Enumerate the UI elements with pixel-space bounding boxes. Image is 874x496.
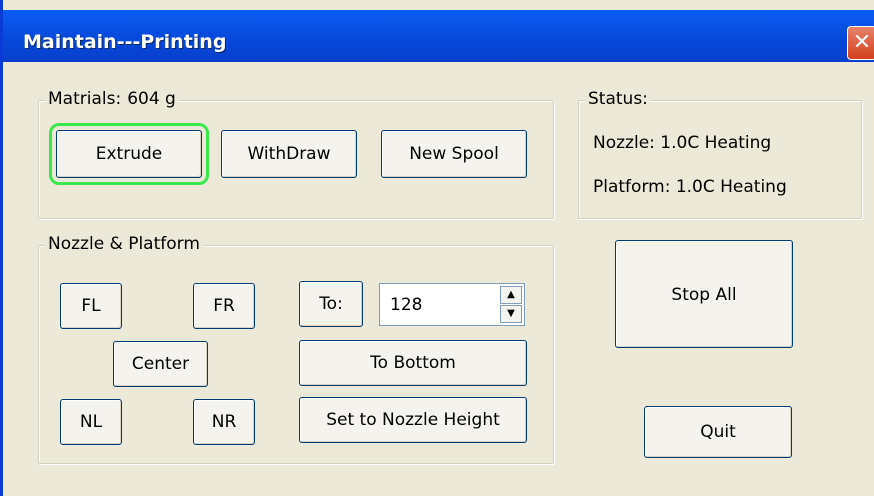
- fl-button[interactable]: FL: [60, 283, 122, 329]
- materials-label: Matrials:: [48, 89, 122, 109]
- set-to-nozzle-height-button[interactable]: Set to Nozzle Height: [299, 397, 527, 443]
- nr-button[interactable]: NR: [193, 399, 255, 445]
- quit-button[interactable]: Quit: [644, 406, 792, 458]
- new-spool-button[interactable]: New Spool: [381, 130, 527, 178]
- center-button[interactable]: Center: [113, 341, 208, 387]
- to-bottom-button[interactable]: To Bottom: [299, 340, 527, 386]
- spin-down-icon[interactable]: ▼: [500, 305, 522, 323]
- platform-status: Platform: 1.0C Heating: [593, 177, 787, 197]
- spin-up-icon[interactable]: ▲: [500, 286, 522, 304]
- status-group: Status:: [578, 89, 862, 219]
- stop-all-button[interactable]: Stop All: [615, 240, 793, 348]
- nl-button[interactable]: NL: [60, 399, 122, 445]
- nozzle-status: Nozzle: 1.0C Heating: [593, 133, 772, 153]
- nozzle-platform-legend: Nozzle & Platform: [45, 234, 203, 254]
- window-title: Maintain---Printing: [23, 31, 227, 53]
- maintain-printing-dialog: Maintain---Printing ✕ Matrials: 604 g Ext…: [0, 0, 874, 496]
- height-input[interactable]: [380, 284, 498, 325]
- fr-button[interactable]: FR: [193, 283, 255, 329]
- withdraw-button[interactable]: WithDraw: [221, 130, 357, 178]
- title-bar[interactable]: Maintain---Printing ✕: [3, 10, 874, 62]
- to-button[interactable]: To:: [299, 281, 363, 327]
- close-icon[interactable]: ✕: [847, 26, 874, 60]
- extrude-button[interactable]: Extrude: [49, 123, 209, 185]
- status-legend: Status:: [585, 89, 651, 109]
- materials-legend: Matrials: 604 g: [45, 89, 179, 109]
- height-spinbox[interactable]: ▲ ▼: [379, 283, 525, 326]
- materials-amount: 604 g: [127, 89, 176, 109]
